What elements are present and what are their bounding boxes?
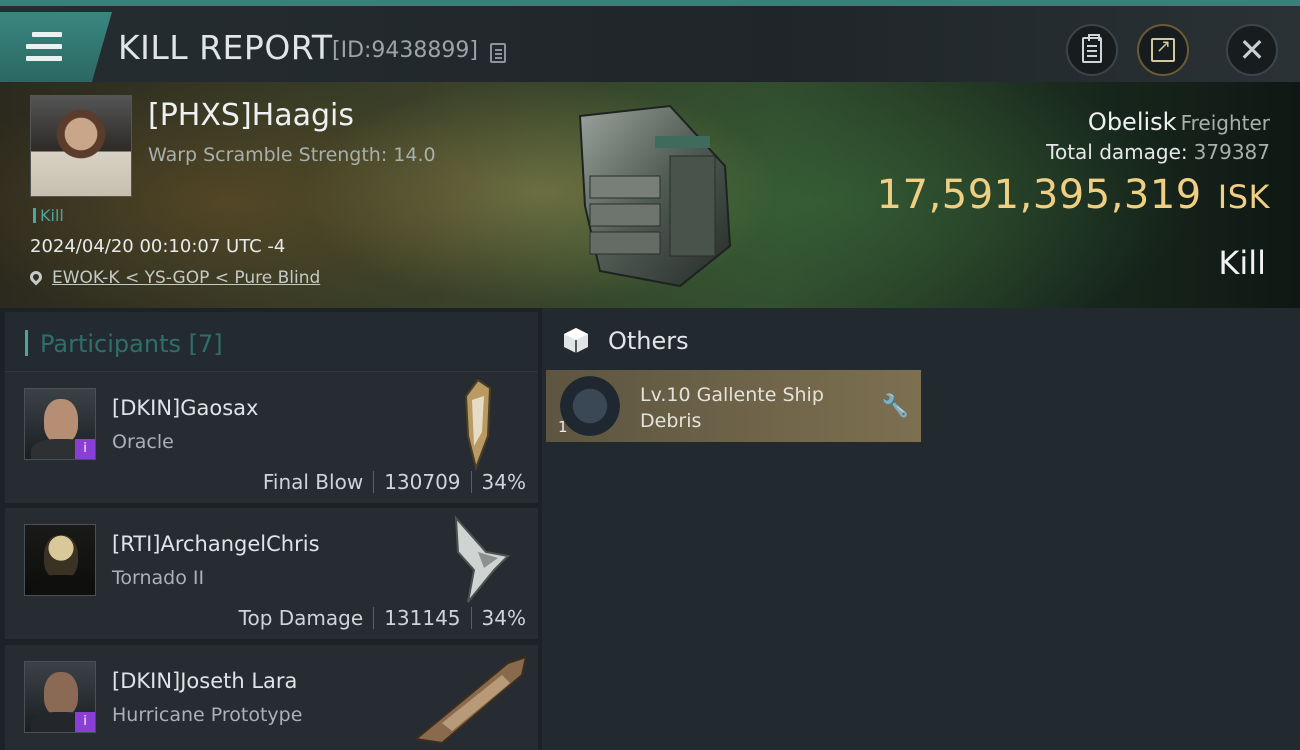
clipboard-button[interactable] (1066, 24, 1118, 76)
participant-ship: Oracle (112, 431, 174, 453)
item-thumbnail (560, 376, 620, 436)
participant-stats: Top Damage 131145 34% (239, 606, 526, 630)
participant-ship: Hurricane Prototype (112, 704, 303, 726)
isk-amount: 17,591,395,319 (876, 172, 1202, 218)
victim-ship-image (578, 104, 732, 288)
participant-label: Final Blow (262, 470, 364, 494)
others-panel: Others 1 Lv.10 Gallente Ship Debris 🔧 (542, 308, 1300, 750)
location-pin-icon (27, 268, 45, 286)
participant-row[interactable]: i [DKIN]Gaosax Oracle Final Blow 130709 34… (5, 372, 538, 505)
participant-stats: Final Blow 130709 34% (263, 470, 526, 494)
others-header: Others (562, 326, 689, 355)
participants-title: Participants [7] (25, 330, 223, 358)
participant-name: [DKIN]Joseth Lara (112, 669, 298, 693)
share-icon (1151, 36, 1175, 62)
victim-avatar[interactable] (30, 95, 132, 197)
victim-name[interactable]: [PHXS]Haagis (148, 98, 354, 133)
victim-banner: [PHXS]Haagis Warp Scramble Strength: 14.… (0, 82, 1300, 308)
kill-location[interactable]: EWOK-K < YS-GOP < Pure Blind (27, 268, 320, 288)
report-result: Kill (1218, 244, 1266, 282)
participant-row[interactable]: i [DKIN]Joseth Lara Hurricane Prototype (5, 645, 538, 750)
wrench-icon: 🔧 (881, 394, 909, 419)
item-name: Lv.10 Gallente Ship Debris (640, 384, 824, 432)
location-link[interactable]: EWOK-K < YS-GOP < Pure Blind (52, 268, 320, 288)
participant-percent: 34% (481, 606, 526, 630)
participant-ship-image (454, 515, 511, 603)
participant-ship: Tornado II (112, 567, 205, 589)
ship-class: Freighter (1180, 111, 1270, 135)
participant-damage: 131145 (384, 606, 461, 630)
ship-name: Obelisk (1087, 108, 1177, 136)
share-button[interactable] (1137, 24, 1189, 76)
participant-label: Top Damage (238, 606, 364, 630)
total-damage-value: 379387 (1193, 140, 1270, 164)
isk-value: 17,591,395,319 ISK (877, 172, 1270, 218)
warp-scramble-strength: Warp Scramble Strength: 14.0 (148, 144, 436, 166)
clipboard-icon (1082, 34, 1102, 63)
participant-damage: 130709 (384, 470, 461, 494)
item-quantity: 1 (558, 418, 568, 436)
close-icon: ✕ (1238, 31, 1266, 69)
menu-button[interactable] (0, 12, 112, 82)
participants-header: Participants [7] (5, 312, 538, 372)
participant-name: [DKIN]Gaosax (112, 396, 259, 420)
info-badge-icon: i (75, 439, 95, 459)
participants-panel: Participants [7] i [DKIN]Gaosax Oracle F… (0, 308, 542, 750)
avatar[interactable] (24, 524, 96, 596)
avatar[interactable]: i (24, 661, 96, 733)
participant-percent: 34% (481, 470, 526, 494)
header-bar: KILL REPORT [ID:9438899] ✕ (0, 6, 1300, 82)
participant-ship-image (464, 378, 492, 472)
total-damage-label: Total damage: (1046, 140, 1188, 164)
menu-icon (26, 32, 62, 62)
copy-icon[interactable] (490, 43, 506, 63)
avatar[interactable]: i (24, 388, 96, 460)
kill-tag: Kill (33, 206, 64, 225)
participant-row[interactable]: [RTI]ArchangelChris Tornado II Top Damag… (5, 508, 538, 641)
item-card[interactable]: 1 Lv.10 Gallente Ship Debris 🔧 (546, 370, 921, 442)
isk-unit: ISK (1217, 178, 1270, 216)
others-title: Others (608, 327, 689, 355)
report-id: [ID:9438899] (332, 38, 478, 63)
cube-icon (564, 328, 588, 353)
info-badge-icon: i (75, 712, 95, 732)
kill-datetime: 2024/04/20 00:10:07 UTC -4 (30, 236, 286, 257)
victim-ship[interactable]: Obelisk Freighter (1088, 108, 1270, 136)
page-title: KILL REPORT (118, 28, 333, 67)
total-damage: Total damage: 379387 (1046, 140, 1270, 164)
participant-name: [RTI]ArchangelChris (112, 532, 320, 556)
participant-ship-image (413, 655, 528, 745)
close-button[interactable]: ✕ (1226, 24, 1278, 76)
